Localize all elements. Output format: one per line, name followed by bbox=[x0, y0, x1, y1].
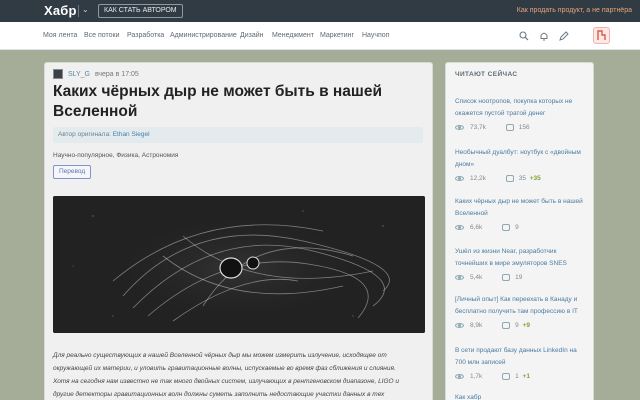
nav-bar: Моя лента Все потоки Разработка Админист… bbox=[0, 22, 640, 50]
article-meta: SLY_G вчера в 17:05 bbox=[53, 69, 139, 79]
nav-item-administration[interactable]: Администрирование bbox=[170, 32, 237, 39]
original-author-box: Автор оригинала: Ethan Siegel bbox=[53, 127, 423, 143]
bell-icon[interactable] bbox=[539, 31, 549, 41]
comments-icon[interactable] bbox=[505, 175, 514, 182]
post-stats: 1,7k 1 +1 bbox=[455, 373, 530, 380]
lead-line: Для реально существующих в нашей Вселенн… bbox=[53, 352, 387, 359]
list-item: Список ноотропов, покупка которых не ока… bbox=[455, 96, 587, 131]
views-count: 12,2k bbox=[470, 175, 486, 183]
habr-logo[interactable]: Хабр bbox=[44, 3, 77, 18]
sidebar-post-link[interactable]: В сети продают базу данных LinkedIn на 7… bbox=[455, 345, 587, 369]
lead-line: окружающей их материи, и уловить гравита… bbox=[53, 365, 396, 372]
logo-divider bbox=[78, 5, 79, 17]
sidebar-post-link[interactable]: Как хабр bbox=[455, 392, 587, 400]
nav-item-popsci[interactable]: Научпоп bbox=[362, 32, 390, 39]
reading-now-sidebar: ЧИТАЮТ СЕЙЧАС Список ноотропов, покупка … bbox=[445, 62, 594, 400]
list-item: Необычный дуалбут: ноутбук с «двойным дн… bbox=[455, 147, 587, 182]
post-stats: 8,9k 9 +9 bbox=[455, 322, 530, 329]
views-count: 8,9k bbox=[470, 322, 483, 330]
comments-count[interactable]: 9 bbox=[515, 224, 519, 231]
eye-icon bbox=[455, 323, 464, 328]
nav-item-design[interactable]: Дизайн bbox=[240, 32, 264, 39]
comments-count[interactable]: 19 bbox=[515, 274, 522, 281]
list-item: [Личный опыт] Как переехать в Канаду и б… bbox=[455, 294, 587, 329]
user-icon[interactable] bbox=[593, 27, 610, 44]
comments-icon[interactable] bbox=[505, 124, 514, 131]
nav-item-marketing[interactable]: Маркетинг bbox=[320, 32, 354, 39]
sidebar-heading: ЧИТАЮТ СЕЙЧАС bbox=[455, 71, 518, 78]
nav-item-my-feed[interactable]: Моя лента bbox=[43, 32, 77, 39]
become-author-button[interactable]: КАК СТАТЬ АВТОРОМ bbox=[98, 4, 183, 18]
eye-icon bbox=[455, 225, 464, 230]
eye-icon bbox=[455, 374, 464, 379]
comments-icon[interactable] bbox=[502, 373, 511, 380]
sidebar-post-link[interactable]: Ушёл из жизни Near, разработчик точнейши… bbox=[455, 246, 587, 270]
comments-icon[interactable] bbox=[502, 322, 511, 329]
avatar[interactable] bbox=[53, 69, 63, 79]
new-comments-count[interactable]: +9 bbox=[523, 322, 530, 329]
new-comments-count[interactable]: +1 bbox=[523, 373, 530, 380]
post-stats: 5,4k 19 bbox=[455, 274, 522, 281]
comments-count[interactable]: 1 bbox=[515, 373, 519, 380]
article-title[interactable]: Каких чёрных дыр не может быть в нашей В… bbox=[53, 82, 423, 122]
article-hubs[interactable]: Научно-популярное, Физика, Астрономия bbox=[53, 152, 178, 159]
views-count: 5,4k bbox=[470, 274, 483, 282]
eye-icon bbox=[455, 275, 464, 280]
list-item: Как хабр bbox=[455, 392, 587, 400]
top-bar: Хабр ⌄ КАК СТАТЬ АВТОРОМ Как продать про… bbox=[0, 0, 640, 22]
comments-count[interactable]: 35 bbox=[519, 175, 526, 182]
post-stats: 12,2k 35 +35 bbox=[455, 175, 541, 182]
comments-count[interactable]: 9 bbox=[515, 322, 519, 329]
black-hole-image bbox=[53, 196, 425, 333]
publish-time: вчера в 17:05 bbox=[94, 70, 139, 78]
views-count: 73,7k bbox=[470, 124, 486, 132]
sidebar-post-link[interactable]: Каких чёрных дыр не может быть в нашей В… bbox=[455, 196, 587, 220]
author-link[interactable]: SLY_G bbox=[68, 71, 90, 78]
article-card: SLY_G вчера в 17:05 Каких чёрных дыр не … bbox=[44, 62, 433, 400]
post-stats: 6,6k 9 bbox=[455, 224, 519, 231]
list-item: Каких чёрных дыр не может быть в нашей В… bbox=[455, 196, 587, 231]
views-count: 6,6k bbox=[470, 224, 483, 232]
original-author-label: Автор оригинала: bbox=[58, 131, 111, 138]
sidebar-post-link[interactable]: [Личный опыт] Как переехать в Канаду и б… bbox=[455, 294, 587, 318]
comments-icon[interactable] bbox=[502, 224, 511, 231]
eye-icon bbox=[455, 176, 464, 181]
promo-link[interactable]: Как продать продукт, а не партнёра bbox=[517, 7, 632, 14]
eye-icon bbox=[455, 125, 464, 130]
search-icon[interactable] bbox=[519, 31, 529, 41]
new-comments-count[interactable]: +35 bbox=[530, 175, 541, 182]
sidebar-post-link[interactable]: Список ноотропов, покупка которых не ока… bbox=[455, 96, 587, 120]
nav-item-development[interactable]: Разработка bbox=[127, 32, 164, 39]
comments-icon[interactable] bbox=[502, 274, 511, 281]
lead-line: Хотя на сегодня нам известно не так мног… bbox=[53, 378, 400, 385]
list-item: В сети продают базу данных LinkedIn на 7… bbox=[455, 345, 587, 380]
sidebar-post-link[interactable]: Необычный дуалбут: ноутбук с «двойным дн… bbox=[455, 147, 587, 171]
pen-icon[interactable] bbox=[559, 31, 569, 41]
comments-count[interactable]: 156 bbox=[519, 124, 530, 131]
nav-item-management[interactable]: Менеджмент bbox=[272, 32, 314, 39]
views-count: 1,7k bbox=[470, 373, 483, 381]
chevron-down-icon[interactable]: ⌄ bbox=[82, 5, 89, 14]
original-author-link[interactable]: Ethan Siegel bbox=[113, 131, 150, 138]
lead-line: другие детекторы гравитационных волн дол… bbox=[53, 391, 385, 398]
list-item: Ушёл из жизни Near, разработчик точнейши… bbox=[455, 246, 587, 281]
translation-tag[interactable]: Перевод bbox=[53, 165, 92, 179]
article-lead: Для реально существующих в нашей Вселенн… bbox=[53, 349, 425, 400]
post-stats: 73,7k 156 bbox=[455, 124, 530, 131]
nav-item-all-streams[interactable]: Все потоки bbox=[84, 32, 120, 39]
